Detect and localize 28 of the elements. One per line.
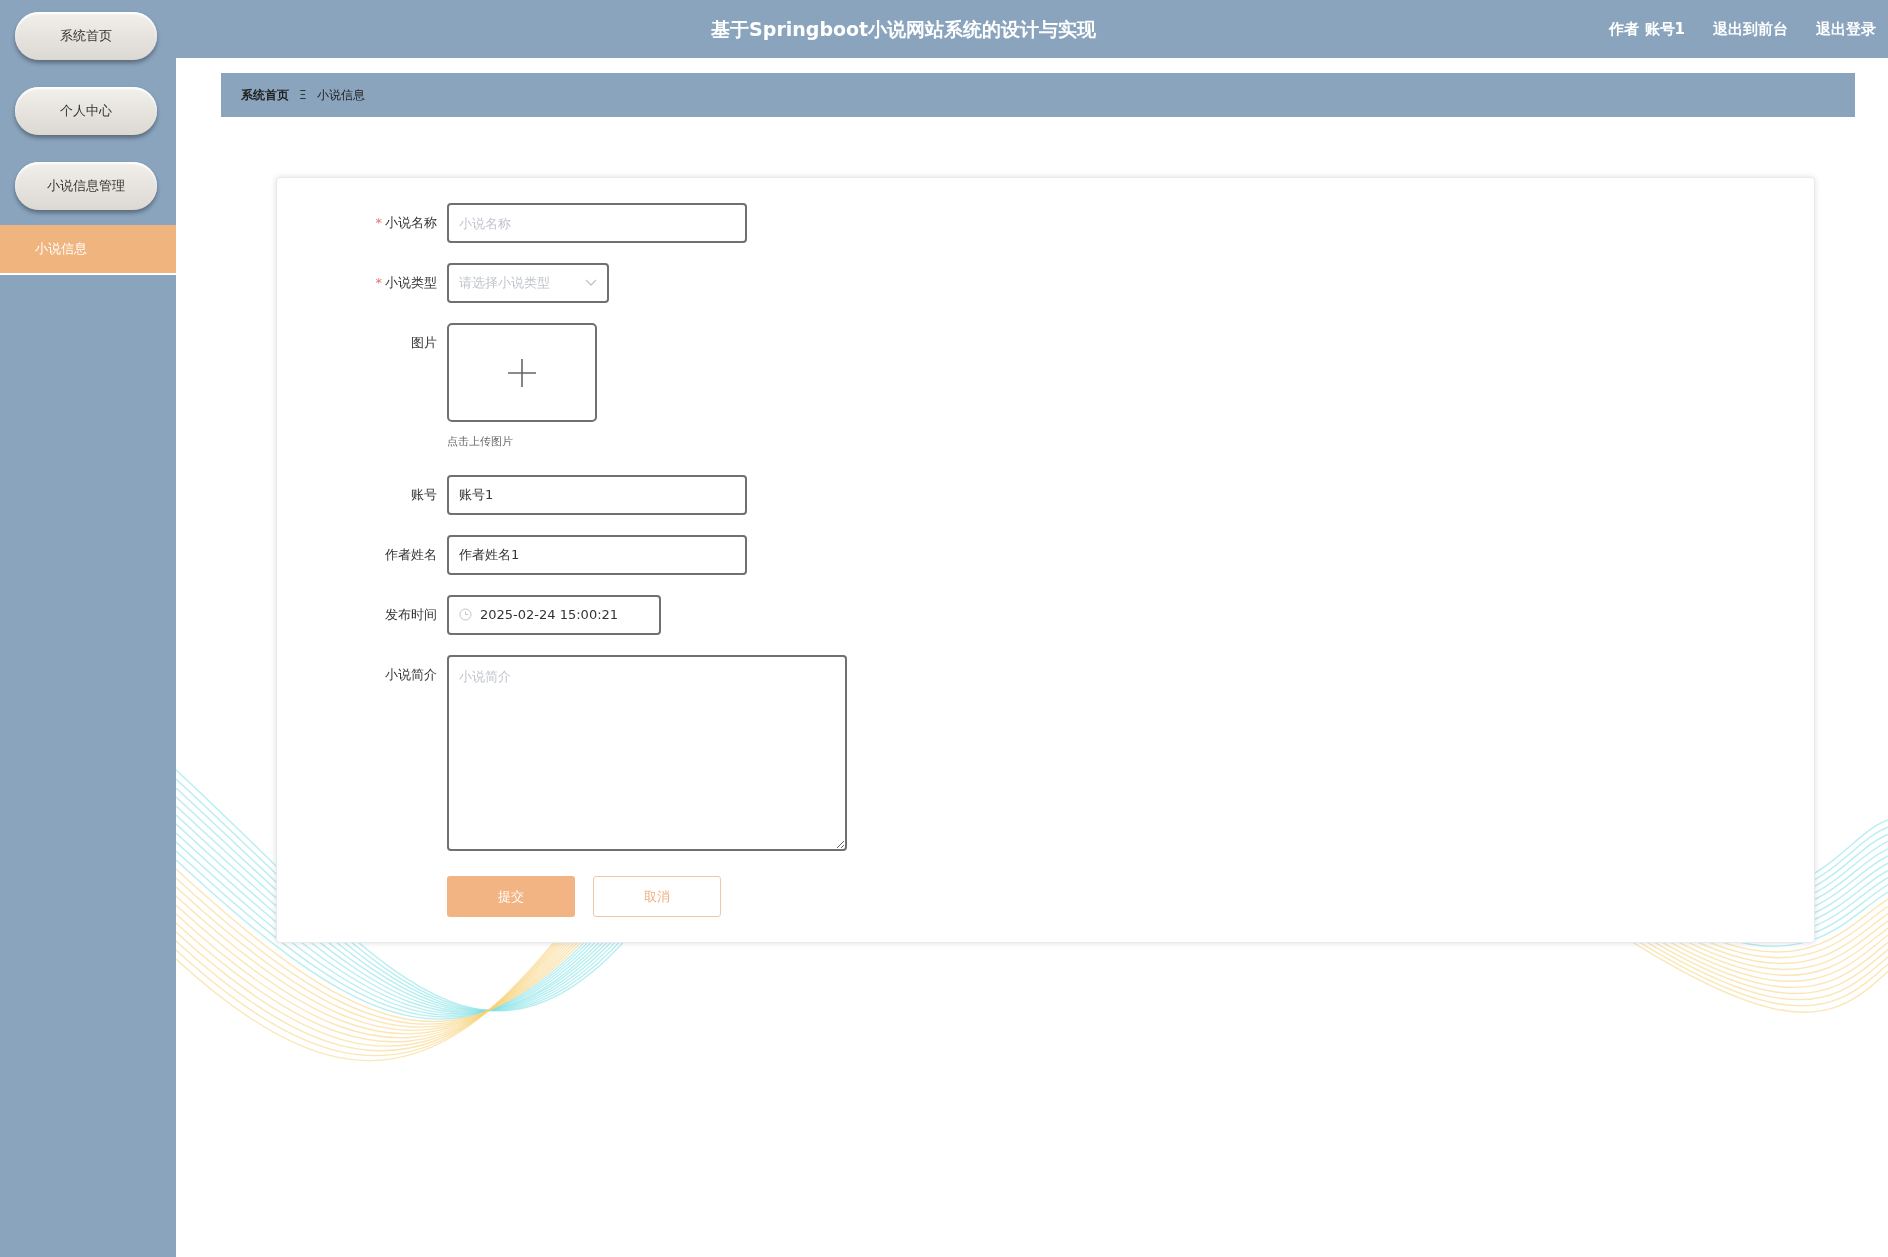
required-asterisk: *: [375, 275, 382, 290]
select-placeholder: 请选择小说类型: [459, 274, 550, 293]
text-field[interactable]: 小说名称: [447, 203, 747, 243]
chevron-down-icon: [585, 279, 597, 287]
breadcrumb-link[interactable]: 系统首页: [241, 86, 289, 104]
breadcrumb-current: 小说信息: [316, 87, 365, 104]
field-label: 作者姓名: [385, 546, 437, 562]
field-label: 账号: [411, 486, 437, 502]
sidebar-menu-button[interactable]: 系统首页: [15, 12, 157, 60]
upload-button[interactable]: [447, 323, 597, 422]
site-title: 基于Springboot小说网站系统的设计与实现: [710, 16, 1098, 42]
date-time-value: 2025-02-24 15:00:21: [480, 605, 619, 624]
date-time-field[interactable]: 2025-02-24 15:00:21: [447, 594, 661, 635]
required-asterisk: *: [375, 215, 382, 230]
field-label: 图片: [411, 335, 437, 350]
sidebar-menu-button[interactable]: 小说信息管理: [15, 162, 157, 210]
breadcrumb-separator: Ξ: [299, 87, 307, 104]
field-label: 小说简介: [385, 666, 437, 682]
text-field[interactable]: 账号1: [447, 474, 747, 515]
sidebar-menu-button[interactable]: 个人中心: [15, 87, 157, 135]
plus-icon: [508, 358, 536, 387]
text-field[interactable]: 作者姓名1: [447, 534, 747, 575]
textarea-field[interactable]: 小说简介: [447, 654, 847, 851]
field-label: 发布时间: [385, 606, 437, 622]
field-label: 小说名称: [385, 215, 437, 230]
clock-icon: [459, 608, 472, 621]
field-label: 小说类型: [385, 275, 437, 290]
upload-hint: 点击上传图片: [447, 434, 514, 450]
